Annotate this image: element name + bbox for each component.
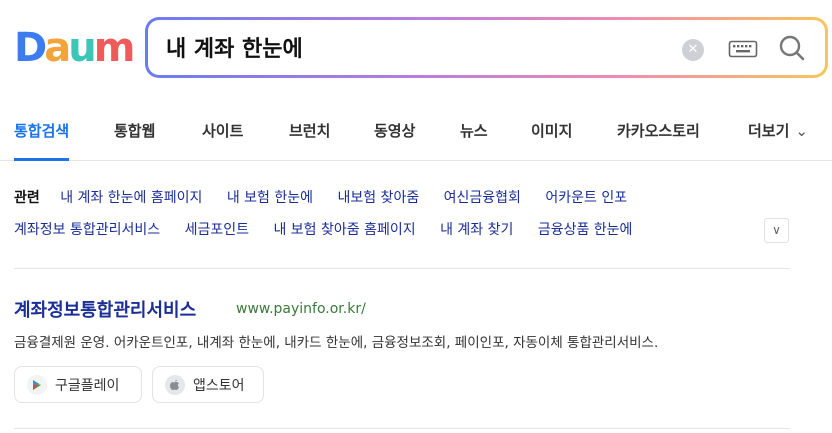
tab-news[interactable]: 뉴스 [460,103,488,161]
apple-icon [165,374,185,395]
related-link[interactable]: 계좌정보 통합관리서비스 [14,222,160,238]
logo-letter-m: m [93,25,136,71]
result-url-link[interactable]: www.payinfo.or.kr/ [236,301,366,317]
google-play-icon [27,374,47,395]
related-title: 관련 [14,190,40,206]
result-description: 금융결제원 운영. 어카운트인포, 내계좌 한눈에, 내카드 한눈에, 금융정보… [14,335,659,351]
close-icon[interactable]: ✕ [682,39,704,61]
logo-letter-d: D [14,25,47,71]
tab-site[interactable]: 사이트 [202,103,243,161]
google-play-button[interactable]: 구글플레이 [14,366,142,403]
related-link[interactable]: 내 계좌 한눈에 홈페이지 [60,190,202,206]
search-tabs: 통합검색 통합웹 사이트 브런치 동영상 뉴스 이미지 카카오스토리 더보기 ⌄ [0,103,832,161]
related-link[interactable]: 세금포인트 [185,222,249,238]
search-inner: ✕ [148,20,825,75]
tab-web[interactable]: 통합웹 [114,103,155,161]
related-link[interactable]: 내 계좌 찾기 [440,222,513,238]
divider [14,268,790,269]
chevron-down-icon: ∨ [772,223,781,237]
daum-logo[interactable]: D a u m [14,25,136,71]
tab-more[interactable]: 더보기 ⌄ [748,103,808,161]
related-link[interactable]: 어카운트 인포 [545,190,627,206]
related-link[interactable]: 여신금융협회 [444,190,521,206]
tab-kakaostory[interactable]: 카카오스토리 [617,103,700,161]
header: D a u m ✕ [0,0,832,103]
chevron-down-icon: ⌄ [795,122,808,140]
expand-related-button[interactable]: ∨ [764,218,789,243]
tab-video[interactable]: 동영상 [374,103,415,161]
result-title-link[interactable]: 계좌정보통합관리서비스 [14,296,196,322]
app-store-button[interactable]: 앱스토어 [152,366,264,403]
google-play-label: 구글플레이 [55,377,120,394]
tab-images[interactable]: 이미지 [531,103,572,161]
search-input[interactable] [166,28,646,66]
logo-letter-u: u [68,25,97,71]
logo-letter-a: a [44,25,71,71]
related-row-2: 계좌정보 통합관리서비스 세금포인트 내 보험 찾아줌 홈페이지 내 계좌 찾기… [14,219,652,241]
related-link[interactable]: 내 보험 찾아줌 홈페이지 [273,222,415,238]
related-link[interactable]: 금융상품 한눈에 [538,222,633,238]
keyboard-icon[interactable] [728,38,758,60]
tab-more-label: 더보기 [748,122,790,140]
search-box: ✕ [145,17,828,78]
search-icon[interactable] [778,34,806,62]
tab-integrated-search[interactable]: 통합검색 [14,103,70,161]
related-link[interactable]: 내보험 찾아줌 [337,190,419,206]
related-row-1: 관련 내 계좌 한눈에 홈페이지 내 보험 한눈에 내보험 찾아줌 여신금융협회… [14,187,647,209]
tab-brunch[interactable]: 브런치 [289,103,330,161]
related-link[interactable]: 내 보험 한눈에 [227,190,313,206]
divider [14,428,790,429]
app-store-label: 앱스토어 [193,377,245,394]
